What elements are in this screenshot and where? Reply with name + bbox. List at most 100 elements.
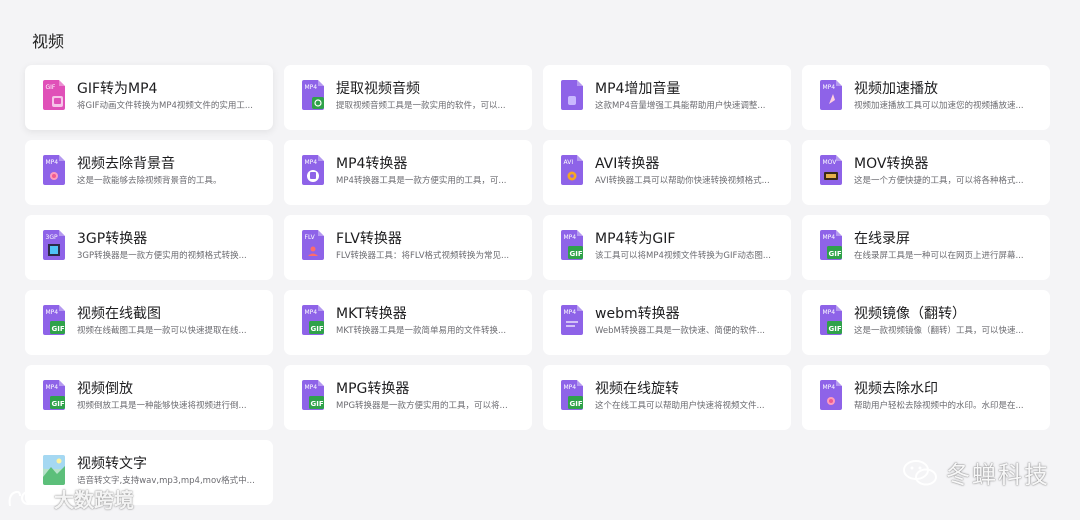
tool-title: MOV转换器 bbox=[854, 156, 929, 172]
svg-text:GIF: GIF bbox=[829, 250, 842, 258]
tool-card[interactable]: GIF GIF转为MP4 将GIF动画文件转换为MP4视频文件的实用工... bbox=[25, 65, 273, 130]
screen-record-icon: MP4 GIF bbox=[820, 230, 842, 260]
tool-description: 帮助用户轻松去除视频中的水印。水印是在... bbox=[854, 401, 1024, 411]
tool-card[interactable]: MP4 GIF 视频镜像（翻转） 这是一款视频镜像（翻转）工具，可以快速... bbox=[802, 290, 1050, 355]
tool-title: 3GP转换器 bbox=[77, 231, 148, 247]
svg-text:MP4: MP4 bbox=[305, 309, 318, 316]
watermark-left: 大数跨境 bbox=[6, 484, 134, 513]
tool-title: MP4转为GIF bbox=[595, 231, 676, 247]
tool-title: 在线录屏 bbox=[854, 231, 910, 247]
svg-text:MP4: MP4 bbox=[305, 159, 318, 166]
section-title: 视频 bbox=[32, 32, 65, 51]
svg-text:MP4: MP4 bbox=[564, 384, 577, 391]
tool-title: FLV转换器 bbox=[336, 231, 402, 247]
svg-text:GIF: GIF bbox=[570, 250, 583, 258]
video-reverse-icon: MP4 GIF bbox=[43, 380, 65, 410]
mp4-converter-icon: MP4 bbox=[302, 155, 324, 185]
flv-converter-icon: FLV bbox=[302, 230, 324, 260]
tool-title: 视频倒放 bbox=[77, 381, 133, 397]
svg-text:MOV: MOV bbox=[823, 159, 838, 166]
svg-text:MP4: MP4 bbox=[564, 309, 577, 316]
svg-text:FLV: FLV bbox=[305, 234, 316, 241]
svg-text:MP4: MP4 bbox=[46, 159, 59, 166]
tool-description: MKT转换器工具是一款简单易用的文件转换... bbox=[336, 326, 507, 336]
tool-description: WebM转换器工具是一款快速、简便的软件... bbox=[595, 326, 765, 336]
remove-bg-audio-icon: MP4 bbox=[43, 155, 65, 185]
svg-text:MP4: MP4 bbox=[46, 309, 59, 316]
avi-converter-icon: AVI bbox=[561, 155, 583, 185]
tool-card[interactable]: MOV MOV转换器这是一个方便快捷的工具，可以将各种格式... bbox=[802, 140, 1050, 205]
tool-card[interactable]: MP4 GIF 在线录屏在线录屏工具是一种可以在网页上进行屏幕... bbox=[802, 215, 1050, 280]
svg-text:MP4: MP4 bbox=[823, 384, 836, 391]
svg-text:GIF: GIF bbox=[52, 400, 65, 408]
tool-description: FLV转换器工具：将FLV格式视频转换为常见... bbox=[336, 251, 510, 261]
tool-title: 视频加速播放 bbox=[854, 81, 938, 97]
watermark-left-text: 大数跨境 bbox=[54, 488, 134, 512]
tool-card[interactable]: MP4 webm转换器 WebM转换器工具是一款快速、简便的软件... bbox=[543, 290, 791, 355]
tool-description: MPG转换器是一款方便实用的工具，可以将... bbox=[336, 401, 508, 411]
mpg-converter-icon: MP4 GIF bbox=[302, 380, 324, 410]
tool-card[interactable]: MP4 提取视频音频 提取视频音频工具是一款实用的软件，可以... bbox=[284, 65, 532, 130]
svg-text:3GP: 3GP bbox=[46, 234, 58, 241]
mov-converter-icon: MOV bbox=[820, 155, 842, 185]
tool-card[interactable]: MP4 GIF MKT转换器 MKT转换器工具是一款简单易用的文件转换... bbox=[284, 290, 532, 355]
tool-description: 这是一款能够去除视频背景音的工具。 bbox=[77, 176, 222, 186]
tool-title: MKT转换器 bbox=[336, 306, 407, 322]
svg-text:AVI: AVI bbox=[564, 159, 574, 166]
tool-description: AVI转换器工具可以帮助你快速转换视频格式... bbox=[595, 176, 770, 186]
tool-title: 提取视频音频 bbox=[336, 81, 420, 97]
tool-description: 这个在线工具可以帮助用户快速将视频文件... bbox=[595, 401, 765, 411]
video-speed-icon: MP4 bbox=[820, 80, 842, 110]
tool-card[interactable]: FLV FLV转换器 FLV转换器工具：将FLV格式视频转换为常见... bbox=[284, 215, 532, 280]
tool-description: 这是一个方便快捷的工具，可以将各种格式... bbox=[854, 176, 1024, 186]
tool-card[interactable]: 3GP 3GP转换器 3GP转换器是一款方便实用的视频格式转换... bbox=[25, 215, 273, 280]
tool-description: 这是一款视频镜像（翻转）工具，可以快速... bbox=[854, 326, 1024, 336]
logo-icon bbox=[8, 490, 47, 506]
mp4-volume-icon bbox=[561, 80, 583, 110]
tool-card[interactable]: MP4 MP4转换器 MP4转换器工具是一款方便实用的工具，可... bbox=[284, 140, 532, 205]
tool-title: GIF转为MP4 bbox=[77, 81, 158, 97]
tool-description: 3GP转换器是一款方便实用的视频格式转换... bbox=[77, 251, 247, 261]
tool-card[interactable]: MP4 视频去除水印 帮助用户轻松去除视频中的水印。水印是在... bbox=[802, 365, 1050, 430]
svg-text:GIF: GIF bbox=[311, 400, 324, 408]
tool-card[interactable]: MP4 GIF MP4转为GIF 该工具可以将MP4视频文件转换为GIF动态图... bbox=[543, 215, 791, 280]
video-to-text-icon bbox=[43, 455, 65, 485]
tool-card[interactable]: MP4 GIF 视频在线旋转 这个在线工具可以帮助用户快速将视频文件... bbox=[543, 365, 791, 430]
tool-description: 在线录屏工具是一种可以在网页上进行屏幕... bbox=[854, 251, 1024, 261]
tool-title: AVI转换器 bbox=[595, 156, 660, 172]
tool-title: 视频去除背景音 bbox=[77, 156, 175, 172]
svg-text:MP4: MP4 bbox=[823, 84, 836, 91]
tool-title: 视频镜像（翻转） bbox=[854, 306, 966, 322]
tool-description: MP4转换器工具是一款方便实用的工具，可... bbox=[336, 176, 507, 186]
tool-description: 该工具可以将MP4视频文件转换为GIF动态图... bbox=[595, 251, 771, 261]
tool-description: 视频在线截图工具是一款可以快速提取在线... bbox=[77, 326, 247, 336]
tool-description: 视频加速播放工具可以加速您的视频播放速... bbox=[854, 101, 1024, 111]
tool-card[interactable]: MP4 GIF MPG转换器 MPG转换器是一款方便实用的工具，可以将... bbox=[284, 365, 532, 430]
svg-text:MP4: MP4 bbox=[305, 384, 318, 391]
webm-converter-icon: MP4 bbox=[561, 305, 583, 335]
svg-text:MP4: MP4 bbox=[823, 309, 836, 316]
svg-text:GIF: GIF bbox=[46, 84, 56, 91]
tool-title: 视频在线截图 bbox=[77, 306, 161, 322]
remove-watermark-icon: MP4 bbox=[820, 380, 842, 410]
svg-text:MP4: MP4 bbox=[305, 84, 318, 91]
tool-description: 视频倒放工具是一种能够快速将视频进行倒... bbox=[77, 401, 247, 411]
tool-card[interactable]: AVI AVI转换器 AVI转换器工具可以帮助你快速转换视频格式... bbox=[543, 140, 791, 205]
watermark-right: 冬蝉科技 bbox=[902, 455, 1050, 490]
svg-text:MP4: MP4 bbox=[823, 234, 836, 241]
watermark-right-text: 冬蝉科技 bbox=[946, 461, 1050, 489]
tool-card[interactable]: MP4增加音量 这款MP4音量增强工具能帮助用户快速调整... bbox=[543, 65, 791, 130]
video-mirror-icon: MP4 GIF bbox=[820, 305, 842, 335]
extract-audio-icon: MP4 bbox=[302, 80, 324, 110]
mp4-to-gif-icon: MP4 GIF bbox=[561, 230, 583, 260]
tool-card[interactable]: MP4 视频加速播放视频加速播放工具可以加速您的视频播放速... bbox=[802, 65, 1050, 130]
tool-card[interactable]: MP4 视频去除背景音这是一款能够去除视频背景音的工具。 bbox=[25, 140, 273, 205]
svg-text:MP4: MP4 bbox=[564, 234, 577, 241]
tool-title: 视频转文字 bbox=[77, 456, 147, 472]
tool-title: 视频在线旋转 bbox=[595, 381, 679, 397]
tool-title: MP4增加音量 bbox=[595, 81, 681, 97]
video-screenshot-icon: MP4 GIF bbox=[43, 305, 65, 335]
tool-title: webm转换器 bbox=[595, 306, 680, 322]
tool-card[interactable]: MP4 GIF 视频倒放视频倒放工具是一种能够快速将视频进行倒... bbox=[25, 365, 273, 430]
tool-card[interactable]: MP4 GIF 视频在线截图视频在线截图工具是一款可以快速提取在线... bbox=[25, 290, 273, 355]
